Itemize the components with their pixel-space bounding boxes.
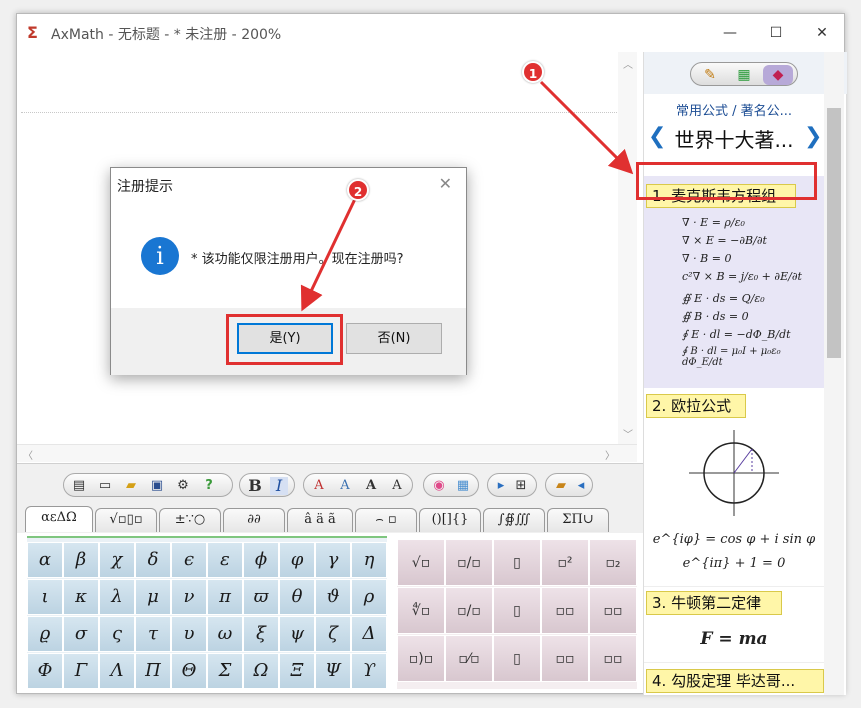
annotation-arrows xyxy=(300,80,634,312)
annotation-badge-2: 2 xyxy=(347,179,369,201)
annotation-badge-1: 1 xyxy=(522,61,544,83)
